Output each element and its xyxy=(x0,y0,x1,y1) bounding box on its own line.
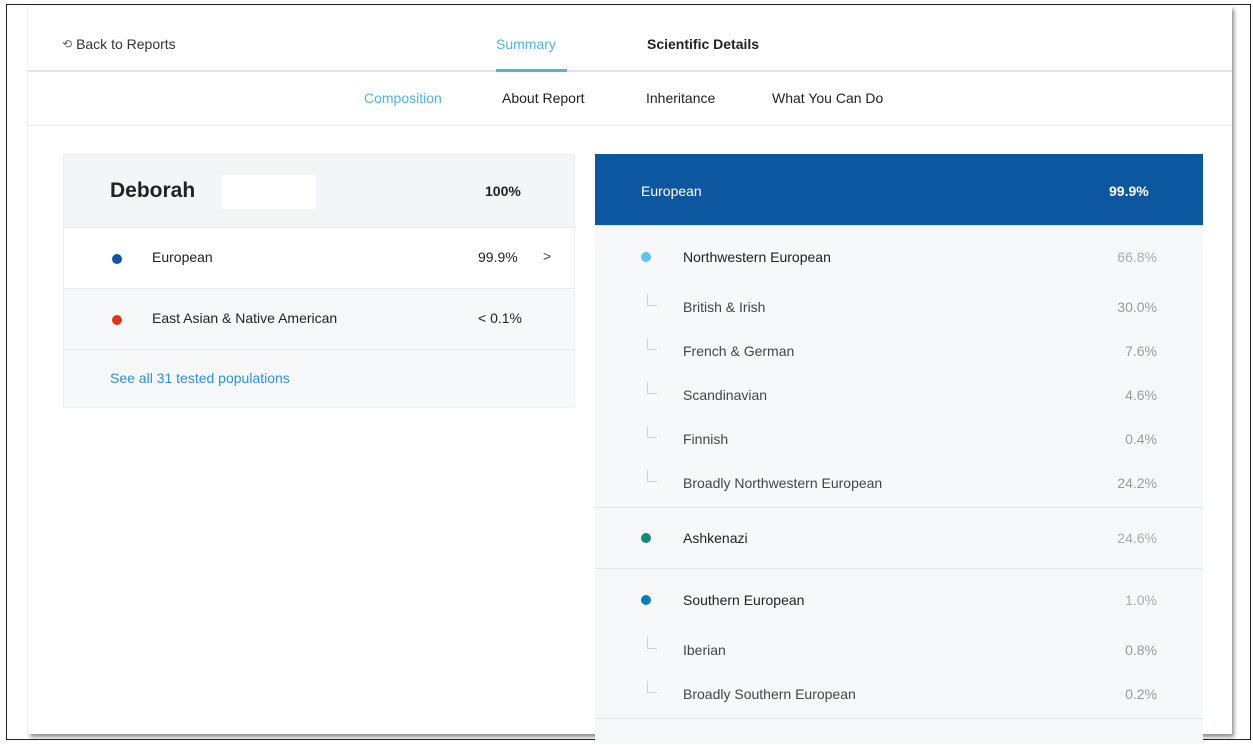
region-percent: 7.6% xyxy=(1125,343,1157,359)
population-row-european[interactable]: European 99.9% > xyxy=(64,227,574,288)
profile-name: Deborah xyxy=(110,179,196,202)
region-row[interactable]: French & German 7.6% xyxy=(595,330,1203,374)
population-percent: < 0.1% xyxy=(478,310,522,326)
population-detail-panel: European 99.9% Northwestern European 66.… xyxy=(595,154,1203,744)
region-label: Iberian xyxy=(683,642,726,658)
subpopulation-row[interactable]: Southern European 1.0% xyxy=(595,579,1203,623)
subpopulation-group-ashkenazi: Ashkenazi 24.6% xyxy=(595,507,1203,568)
subtab-composition[interactable]: Composition xyxy=(364,90,442,106)
subpopulation-label: Northwestern European xyxy=(683,249,831,265)
tree-connector-icon xyxy=(647,637,657,649)
region-row[interactable]: British & Irish 30.0% xyxy=(595,286,1203,330)
subpopulation-row[interactable]: Northwestern European 66.8% xyxy=(595,236,1203,280)
tree-connector-icon xyxy=(647,382,657,394)
region-percent: 0.8% xyxy=(1125,642,1157,658)
summary-header: Deborah 100% xyxy=(64,155,574,227)
tab-scientific-details[interactable]: Scientific Details xyxy=(647,36,759,52)
detail-header-european[interactable]: European 99.9% xyxy=(595,154,1203,225)
population-percent: 99.9% xyxy=(478,249,518,265)
population-label: European xyxy=(152,249,213,265)
region-label: Finnish xyxy=(683,431,729,447)
subpopulation-group-southern-european: Southern European 1.0% Iberian 0.8% Broa… xyxy=(595,568,1203,718)
tree-connector-icon xyxy=(647,294,657,306)
region-percent: 24.2% xyxy=(1117,475,1157,491)
population-color-dot xyxy=(112,254,122,264)
population-row-east-asian-native-american[interactable]: East Asian & Native American < 0.1% xyxy=(64,288,574,349)
region-percent: 0.4% xyxy=(1125,431,1157,447)
tree-connector-icon xyxy=(647,338,657,350)
summary-total-percent: 100% xyxy=(485,183,521,199)
region-percent: 0.2% xyxy=(1125,686,1157,702)
redacted-surname xyxy=(222,175,316,209)
population-color-dot xyxy=(112,315,122,325)
population-label: East Asian & Native American xyxy=(152,310,338,326)
subpopulation-label: Ashkenazi xyxy=(683,530,748,546)
region-row[interactable]: Broadly Southern European 0.2% xyxy=(595,673,1203,717)
back-to-reports-link[interactable]: ⟲ Back to Reports xyxy=(62,36,176,52)
chevron-right-icon: > xyxy=(543,248,552,264)
region-label: Scandinavian xyxy=(683,387,768,403)
region-percent: 4.6% xyxy=(1125,387,1157,403)
subpopulation-group-northwestern-european: Northwestern European 66.8% British & Ir… xyxy=(595,225,1203,507)
list-continuation xyxy=(595,718,1203,744)
sub-nav: Composition About Report Inheritance Wha… xyxy=(28,74,1232,126)
summary-footer: See all 31 tested populations xyxy=(64,349,574,409)
region-label: British & Irish xyxy=(683,299,766,315)
population-color-dot xyxy=(641,533,651,543)
undo-arrow-icon: ⟲ xyxy=(62,37,73,51)
top-nav: ⟲ Back to Reports Summary Scientific Det… xyxy=(28,6,1232,72)
region-row[interactable]: Broadly Northwestern European 24.2% xyxy=(595,462,1203,506)
tab-summary-active-indicator xyxy=(496,69,567,72)
detail-header-label: European xyxy=(641,183,702,199)
subpopulation-percent: 1.0% xyxy=(1125,592,1157,608)
back-link-label: Back to Reports xyxy=(76,36,176,52)
ancestry-summary-panel: Deborah 100% European 99.9% > East Asian… xyxy=(63,154,575,408)
population-color-dot xyxy=(641,595,651,605)
subtab-inheritance[interactable]: Inheritance xyxy=(646,90,715,106)
subtab-about-report[interactable]: About Report xyxy=(502,90,585,106)
region-percent: 30.0% xyxy=(1117,299,1157,315)
region-label: Broadly Northwestern European xyxy=(683,475,883,491)
region-row[interactable]: Iberian 0.8% xyxy=(595,629,1203,673)
region-label: Broadly Southern European xyxy=(683,686,856,702)
subpopulation-row[interactable]: Ashkenazi 24.6% xyxy=(595,517,1203,561)
subpopulation-percent: 66.8% xyxy=(1117,249,1157,265)
tab-summary[interactable]: Summary xyxy=(496,36,556,52)
tree-connector-icon xyxy=(647,681,657,693)
see-all-populations-link[interactable]: See all 31 tested populations xyxy=(110,370,290,386)
region-label: French & German xyxy=(683,343,795,359)
population-color-dot xyxy=(641,252,651,262)
detail-header-percent: 99.9% xyxy=(1109,183,1149,199)
tree-connector-icon xyxy=(647,426,657,438)
subpopulation-percent: 24.6% xyxy=(1117,530,1157,546)
subpopulation-label: Southern European xyxy=(683,592,805,608)
region-row[interactable]: Finnish 0.4% xyxy=(595,418,1203,462)
region-row[interactable]: Scandinavian 4.6% xyxy=(595,374,1203,418)
tree-connector-icon xyxy=(647,470,657,482)
subtab-what-you-can-do[interactable]: What You Can Do xyxy=(772,90,883,106)
